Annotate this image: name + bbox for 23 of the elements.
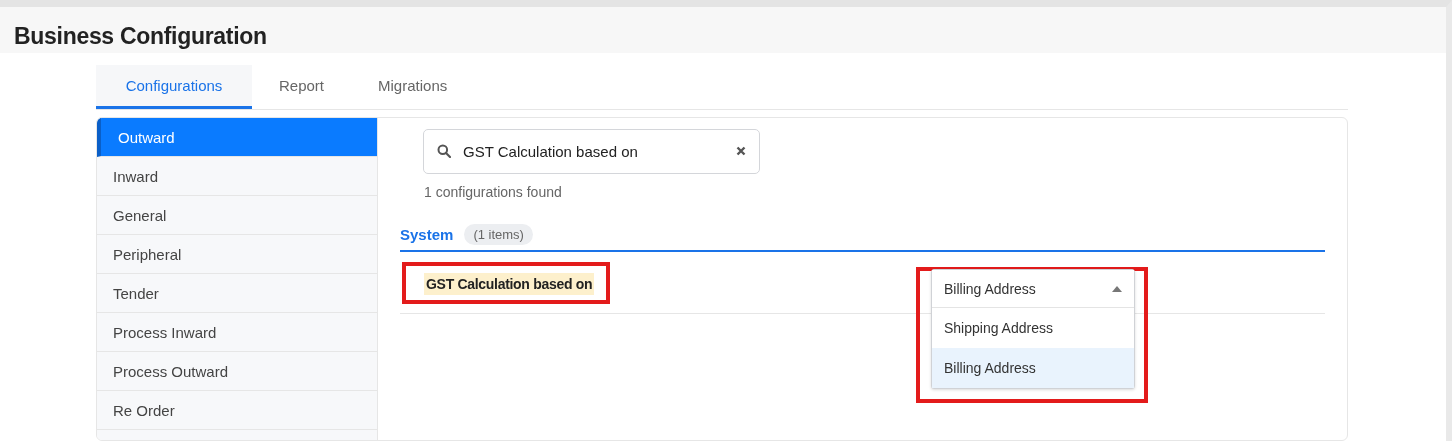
dropdown-option[interactable]: Billing Address	[932, 348, 1134, 388]
sidebar-item[interactable]: Peripheral	[97, 235, 377, 274]
sidebar-item[interactable]: Inward	[97, 157, 377, 196]
sidebar-item[interactable]: Process Outward	[97, 352, 377, 391]
tab[interactable]: Report	[252, 65, 352, 109]
dropdown-option[interactable]: Shipping Address	[932, 308, 1134, 348]
sidebar-item[interactable]: Outward	[97, 118, 377, 157]
setting-label: GST Calculation based on	[424, 273, 595, 295]
dropdown[interactable]: Billing Address	[932, 270, 1134, 308]
page-title: Business Configuration	[14, 22, 267, 51]
search-icon	[437, 144, 451, 158]
section-title: System	[400, 226, 454, 243]
sidebar-item[interactable]: Re Order	[97, 391, 377, 430]
clear-icon[interactable]	[736, 146, 746, 156]
item-count-badge: (1 items)	[464, 224, 533, 245]
search-field[interactable]: GST Calculation based on	[423, 129, 760, 174]
sidebar-item[interactable]: Tender	[97, 274, 377, 313]
sidebar-item[interactable]: General	[97, 196, 377, 235]
sidebar-item[interactable]: Process Inward	[97, 313, 377, 352]
caret-icon	[1112, 285, 1122, 292]
results-count: 1 configurations found	[424, 184, 562, 200]
tab[interactable]: Configurations	[96, 65, 252, 109]
tab[interactable]: Migrations	[351, 65, 475, 109]
